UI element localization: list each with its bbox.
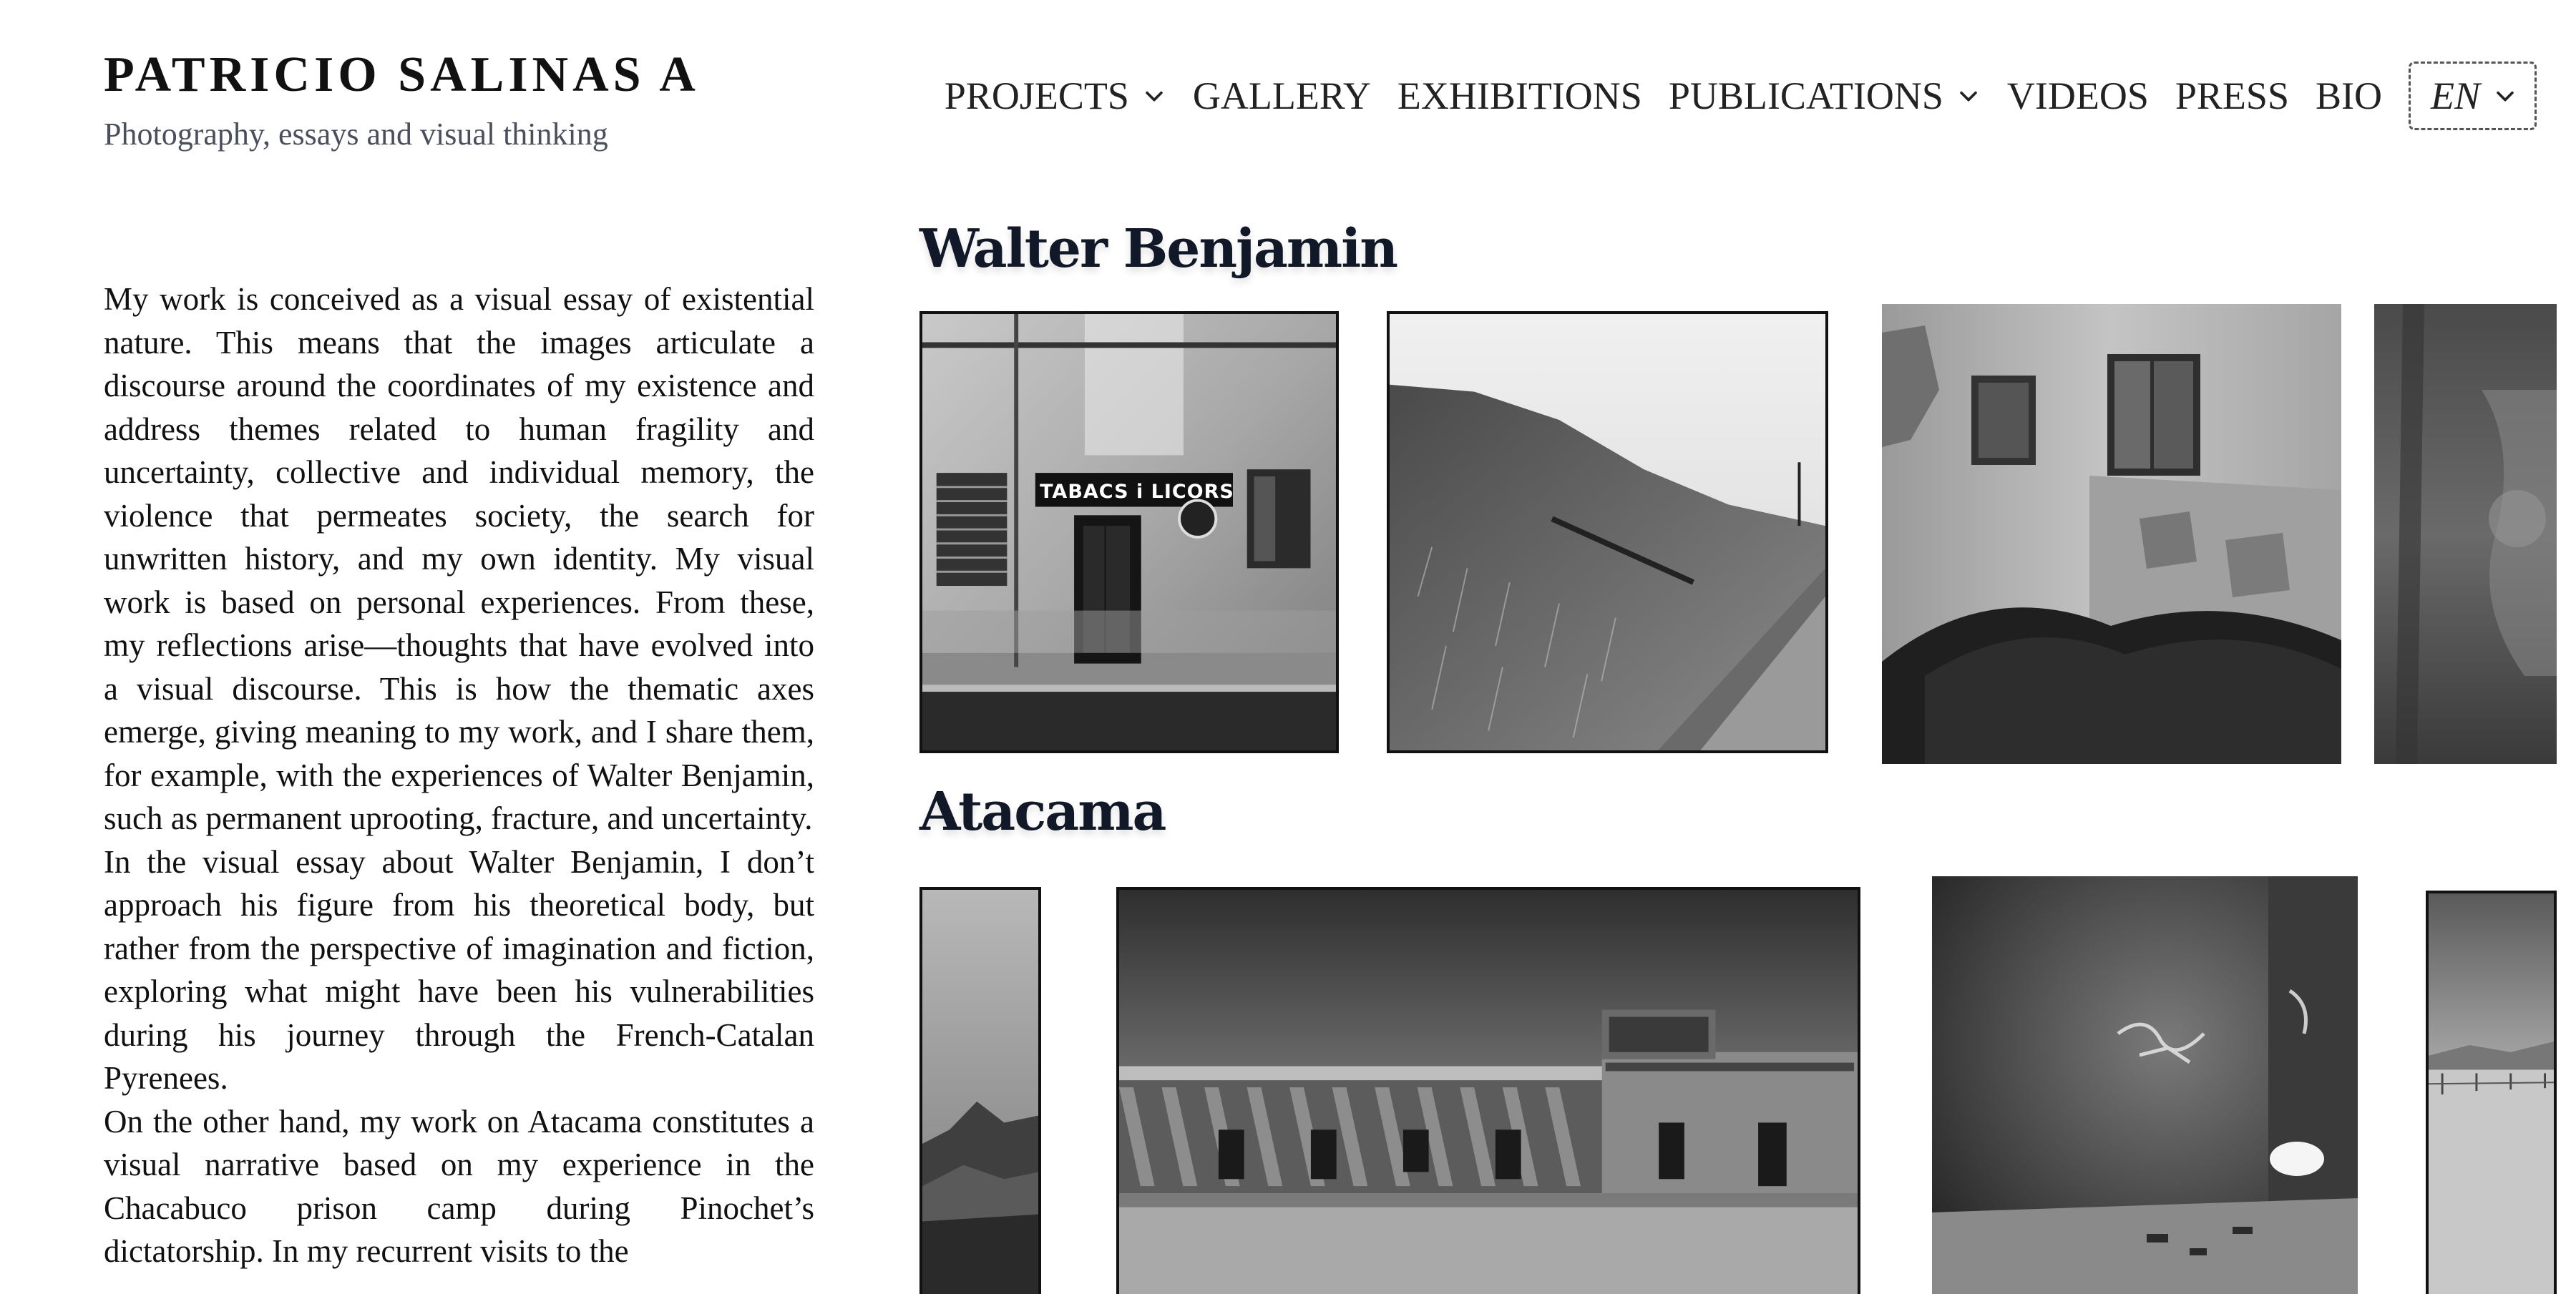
language-selector[interactable]: EN bbox=[2408, 62, 2537, 130]
section-title-atacama[interactable]: Atacama bbox=[919, 781, 1166, 843]
nav-bio[interactable]: BIO bbox=[2316, 74, 2382, 118]
nav-publications-label: PUBLICATIONS bbox=[1668, 74, 1943, 117]
photo-atacama-4[interactable] bbox=[2426, 891, 2557, 1294]
main-nav: PROJECTS GALLERY EXHIBITIONS PUBLICATION… bbox=[945, 62, 2537, 130]
page: PATRICIO SALINAS A Photography, essays a… bbox=[0, 0, 2576, 1294]
nav-videos[interactable]: VIDEOS bbox=[2007, 74, 2149, 118]
nav-press[interactable]: PRESS bbox=[2175, 74, 2289, 118]
nav-projects-label: PROJECTS bbox=[944, 74, 1129, 117]
photo-atacama-1[interactable] bbox=[919, 887, 1041, 1294]
photo-walter-benjamin-1[interactable]: TABACS i LICORS bbox=[919, 311, 1339, 753]
photo-atacama-2[interactable] bbox=[1116, 887, 1860, 1294]
chevron-down-icon bbox=[2493, 84, 2517, 108]
nav-exhibitions[interactable]: EXHIBITIONS bbox=[1397, 74, 1642, 118]
language-label: EN bbox=[2430, 74, 2480, 117]
nav-press-label: PRESS bbox=[2175, 74, 2289, 117]
site-tagline: Photography, essays and visual thinking bbox=[104, 117, 608, 152]
section-title-walter-benjamin[interactable]: Walter Benjamin bbox=[919, 218, 1398, 280]
essay-paragraph: In the visual essay about Walter Benjami… bbox=[104, 843, 814, 1097]
nav-exhibitions-label: EXHIBITIONS bbox=[1397, 74, 1642, 117]
nav-videos-label: VIDEOS bbox=[2006, 74, 2149, 117]
nav-bio-label: BIO bbox=[2315, 74, 2382, 117]
chevron-down-icon bbox=[1956, 84, 1981, 108]
essay-paragraph: On the other hand, my work on Atacama co… bbox=[104, 1103, 814, 1270]
photo-walter-benjamin-4[interactable] bbox=[2374, 304, 2557, 764]
photo-atacama-3[interactable] bbox=[1932, 876, 2358, 1294]
nav-publications[interactable]: PUBLICATIONS bbox=[1669, 74, 1981, 118]
essay-text: My work is conceived as a visual essay o… bbox=[104, 278, 814, 1273]
shop-sign-text: TABACS i LICORS bbox=[1040, 481, 1234, 503]
site-title[interactable]: PATRICIO SALINAS A bbox=[104, 50, 700, 100]
essay-paragraph: My work is conceived as a visual essay o… bbox=[104, 281, 814, 836]
nav-gallery-label: GALLERY bbox=[1192, 74, 1371, 117]
nav-gallery[interactable]: GALLERY bbox=[1193, 74, 1371, 118]
site-brand[interactable]: PATRICIO SALINAS A Photography, essays a… bbox=[104, 50, 700, 150]
nav-projects[interactable]: PROJECTS bbox=[945, 74, 1166, 118]
photo-walter-benjamin-3[interactable] bbox=[1882, 304, 2341, 764]
chevron-down-icon bbox=[1142, 84, 1166, 108]
photo-walter-benjamin-2[interactable] bbox=[1387, 311, 1828, 753]
